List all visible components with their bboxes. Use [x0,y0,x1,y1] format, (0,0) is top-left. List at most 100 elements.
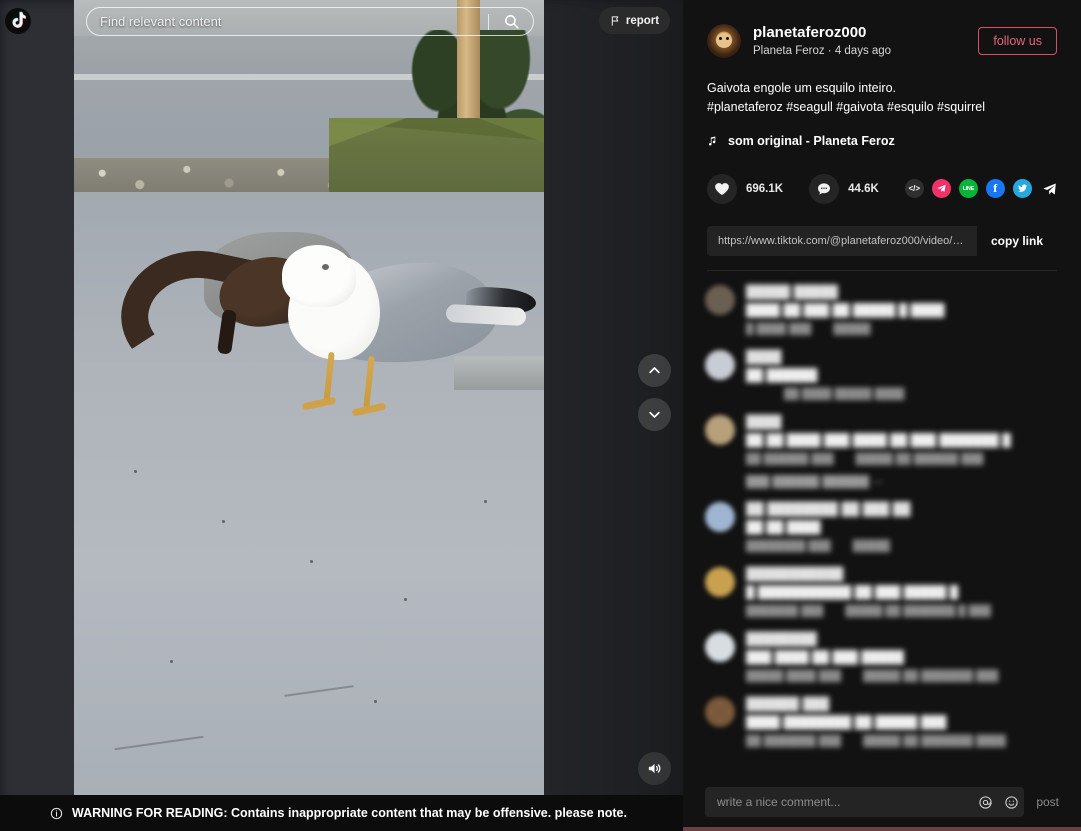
comment-avatar[interactable] [705,284,735,315]
comment-author: ████ [746,414,782,429]
heart-icon [715,182,729,195]
flag-icon [611,15,619,26]
like-stat[interactable]: 696.1K [707,173,784,204]
comment-text: ██ ██████ [746,367,818,382]
scene-kerb-right [454,356,544,390]
comment-reply-link[interactable]: █████ ██ ███████ ███ [863,670,998,682]
music-label: som original - Planeta Feroz [728,133,895,148]
share-arrow-icon[interactable] [1040,179,1059,198]
telegram-icon[interactable] [931,179,951,199]
comment-time: ██ ███████ ███ [746,734,842,747]
list-item[interactable]: ███████████ █ ███████████ ██ ███ █████ █… [705,566,1059,617]
panel-bottom-accent [683,827,1081,831]
comment-reply-link[interactable]: █████ ██ ███████ ████ [863,735,1006,747]
comment-footer: █████ ████ ███ █████ ██ ███████ ███ [746,670,1059,682]
comment-footer: ██ ████ █████ ████ [746,388,1059,400]
search-bar[interactable]: Find relevant content [86,7,534,36]
seagull-eye [322,264,329,270]
speaker-on-icon [648,763,661,774]
video-player[interactable] [74,0,544,795]
comment-author: ████ [746,349,782,364]
list-item[interactable]: ██████ ███ ████ ████████ ██ █████ ███ ██… [705,696,1059,747]
author-username[interactable]: planetaferoz000 [753,24,966,43]
comment-time: █████ ████ ███ [746,669,842,682]
list-item[interactable]: ██ ████████ ██ ███ ██ ██ ██ ████ ███████… [705,501,1059,552]
list-item[interactable]: ████ ██ ██ ████ ███ ████ ██ ███ ███████ … [705,414,1059,465]
comment-input[interactable]: write a nice comment... [705,795,972,809]
content-warning-text: WARNING FOR READING: Contains inappropri… [72,806,627,820]
info-circle-icon [50,807,63,819]
comment-stat[interactable]: 44.6K [809,173,879,204]
view-more-replies[interactable]: ███ ██████ ██████ — [746,476,1059,488]
post-hashtags[interactable]: #planetaferoz #seagull #gaivota #esquilo… [707,98,1057,117]
seagull-head [282,245,356,307]
comment-text: ████ ██ ███ ██ █████ █ ████ [746,302,945,317]
comment-avatar[interactable] [705,501,735,532]
report-button[interactable]: report [599,7,670,34]
like-button[interactable] [707,173,737,204]
comment-reply-link[interactable]: █████ [833,323,870,335]
panel-header: planetaferoz000 Planeta Feroz · 4 days a… [683,0,1081,271]
music-row[interactable]: som original - Planeta Feroz [707,134,1057,148]
comment-avatar[interactable] [705,566,735,597]
author-row: planetaferoz000 Planeta Feroz · 4 days a… [707,24,1057,59]
comment-composer: write a nice comment... post [683,777,1081,831]
comment-bubble-icon [818,182,831,195]
video-stage[interactable]: Find relevant content report WARNING FOR… [0,0,683,831]
list-item[interactable]: ████ ██ ██████ ██ ████ █████ ████ [705,349,1059,400]
comment-author: ███████████ [746,566,844,581]
comment-text: █ ███████████ ██ ███ █████ █ [746,584,959,599]
comment-footer: █ ████ ███ █████ [746,323,1059,335]
comment-reply-link[interactable]: ██ ████ █████ ████ [784,388,904,400]
comment-avatar[interactable] [705,631,735,662]
comment-author: █████ █████ [746,284,839,299]
twitter-icon[interactable] [1012,179,1032,199]
line-icon[interactable]: LINE [958,179,978,199]
comment-time: ███████ ███ [746,604,824,617]
comment-reply-link[interactable]: █████ ██ ███████ █ ███ [845,605,991,617]
share-buttons: </> LINE f [904,179,1059,199]
comment-author: ██ ████████ ██ ███ ██ [746,501,911,516]
post-caption: Gaivota engole um esquilo inteiro. [707,80,897,95]
chevron-down-icon [649,411,660,418]
comment-time: ██ ██████ ███ [746,452,834,465]
comment-text: ██ ██ ████ ███ ████ ██ ███ ███████ █ [746,432,1011,447]
post-comment-button[interactable]: post [1036,795,1059,809]
search-button[interactable] [489,8,533,35]
copy-link-row[interactable]: https://www.tiktok.com/@planetaferoz000/… [707,225,1057,256]
like-count: 696.1K [746,182,784,195]
comment-footer: ██ ███████ ███ █████ ██ ███████ ████ [746,735,1059,747]
volume-button[interactable] [638,752,671,785]
search-input[interactable]: Find relevant content [87,14,488,29]
comment-text: ██ ██ ████ [746,519,821,534]
list-item[interactable]: █████ █████ ████ ██ ███ ██ █████ █ ████ … [705,284,1059,335]
comment-avatar[interactable] [705,696,735,727]
comment-reply-link[interactable]: █████ [853,540,890,552]
comment-time: ████████ ███ [746,539,831,552]
list-item[interactable]: ████████ ███ ████ ██ ███ █████ █████ ███… [705,631,1059,682]
post-description: Gaivota engole um esquilo inteiro. #plan… [707,79,1057,118]
comments-list[interactable]: █████ █████ ████ ██ ███ ██ █████ █ ████ … [683,271,1081,777]
comment-button[interactable] [809,173,840,204]
facebook-icon[interactable]: f [985,179,1005,199]
comment-avatar[interactable] [705,349,735,380]
follow-button[interactable]: follow us [978,27,1057,56]
avatar[interactable] [707,24,741,59]
mention-button[interactable] [972,795,998,810]
embed-icon[interactable]: </> [904,179,924,199]
next-video-button[interactable] [638,398,671,431]
comment-text: ███ ████ ██ ███ █████ [746,649,904,664]
comment-input-wrapper[interactable]: write a nice comment... [705,787,1025,817]
comment-reply-link[interactable]: █████ ██ ██████ ███ [856,453,984,465]
tiktok-logo-icon[interactable] [2,4,34,38]
emoji-button[interactable] [998,795,1024,810]
copy-link-button[interactable]: copy link [976,225,1057,256]
comment-footer: ████████ ███ █████ [746,540,1059,552]
previous-video-button[interactable] [638,354,671,387]
engagement-stats: 696.1K 44.6K </> LINE f [707,173,1059,204]
author-subtitle: Planeta Feroz · 4 days ago [753,44,892,57]
comment-time: █ ████ ███ [746,322,812,335]
tiktok-video-page: Find relevant content report WARNING FOR… [0,0,1081,831]
comment-avatar[interactable] [705,414,735,445]
content-warning-bar: WARNING FOR READING: Contains inappropri… [0,795,683,831]
